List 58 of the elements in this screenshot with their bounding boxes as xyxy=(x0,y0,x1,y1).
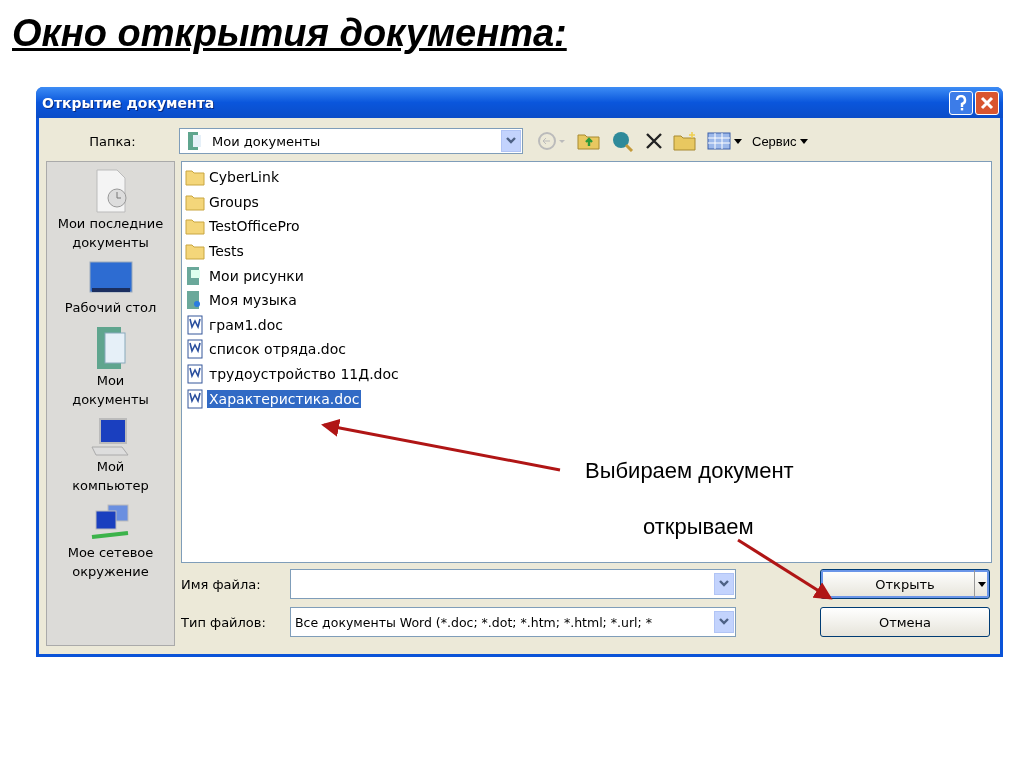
dropdown-button[interactable] xyxy=(714,573,734,595)
views-button[interactable] xyxy=(707,132,742,150)
question-mark-icon xyxy=(955,94,967,111)
grid-icon xyxy=(707,132,731,150)
new-folder-icon xyxy=(673,131,697,151)
file-name-field[interactable] xyxy=(290,569,736,599)
dropdown-button[interactable] xyxy=(714,611,734,633)
file-type-label: Тип файлов: xyxy=(181,614,267,630)
close-icon xyxy=(645,132,663,150)
chevron-down-icon xyxy=(505,137,517,145)
file-item[interactable]: Мои рисунки xyxy=(207,266,306,285)
folder-dropdown[interactable]: Мои документы xyxy=(179,128,523,154)
file-item[interactable]: Моя музыка xyxy=(207,291,299,310)
annotation-text: Выбираем документ xyxy=(585,458,794,484)
up-folder-button[interactable] xyxy=(577,131,601,151)
places-item[interactable]: Мои документы xyxy=(57,323,164,415)
folder-up-icon xyxy=(577,131,601,151)
cancel-button[interactable]: Отмена xyxy=(820,607,990,637)
delete-button[interactable] xyxy=(645,132,663,150)
file-item[interactable]: Характеристика.doc xyxy=(207,389,362,408)
word-document-icon xyxy=(185,339,205,360)
back-arrow-icon xyxy=(537,131,567,151)
help-button[interactable] xyxy=(949,90,973,115)
file-item[interactable]: список отряда.doc xyxy=(207,340,348,359)
caret-icon xyxy=(734,138,742,144)
file-item[interactable]: Groups xyxy=(207,192,261,211)
close-icon xyxy=(980,95,994,110)
folder-icon xyxy=(185,217,205,236)
places-item[interactable]: Мой компьютер xyxy=(57,415,164,501)
caret-icon xyxy=(978,581,986,587)
file-item[interactable]: CyberLink xyxy=(207,168,281,187)
file-item[interactable]: грам1.doc xyxy=(207,315,285,334)
document-folder-icon xyxy=(186,131,204,151)
folder-icon xyxy=(185,192,205,211)
annotation-text: открываем xyxy=(643,514,754,540)
service-menu[interactable]: Сервис xyxy=(752,133,808,149)
file-item[interactable]: Tests xyxy=(207,242,246,261)
word-document-icon xyxy=(185,314,205,335)
slide-title: Окно открытия документа: xyxy=(12,12,567,55)
places-item[interactable]: Мое сетевое окружение xyxy=(57,501,164,587)
file-item[interactable]: трудоустройство 11Д.doc xyxy=(207,365,401,384)
folder-label: Папка: xyxy=(88,133,137,149)
chevron-down-icon xyxy=(718,580,730,588)
word-document-icon xyxy=(185,388,205,409)
folder-icon xyxy=(185,168,205,187)
chevron-down-icon xyxy=(718,618,730,626)
dropdown-button[interactable] xyxy=(501,130,521,152)
folder-icon xyxy=(185,242,205,261)
file-type-dropdown[interactable]: Все документы Word (*.doc; *.dot; *.htm; *.html; *.url; * xyxy=(290,607,736,637)
places-item[interactable]: Рабочий стол xyxy=(57,258,164,323)
file-name-label: Имя файла: xyxy=(181,576,262,592)
close-button[interactable] xyxy=(975,90,999,115)
open-button[interactable]: Открыть xyxy=(820,569,990,599)
window-title: Открытие документа xyxy=(42,94,215,111)
places-item[interactable]: Мои последние документы xyxy=(57,166,164,258)
caret-icon xyxy=(799,138,808,144)
file-item[interactable]: TestOfficePro xyxy=(207,217,302,236)
word-document-icon xyxy=(185,364,205,385)
